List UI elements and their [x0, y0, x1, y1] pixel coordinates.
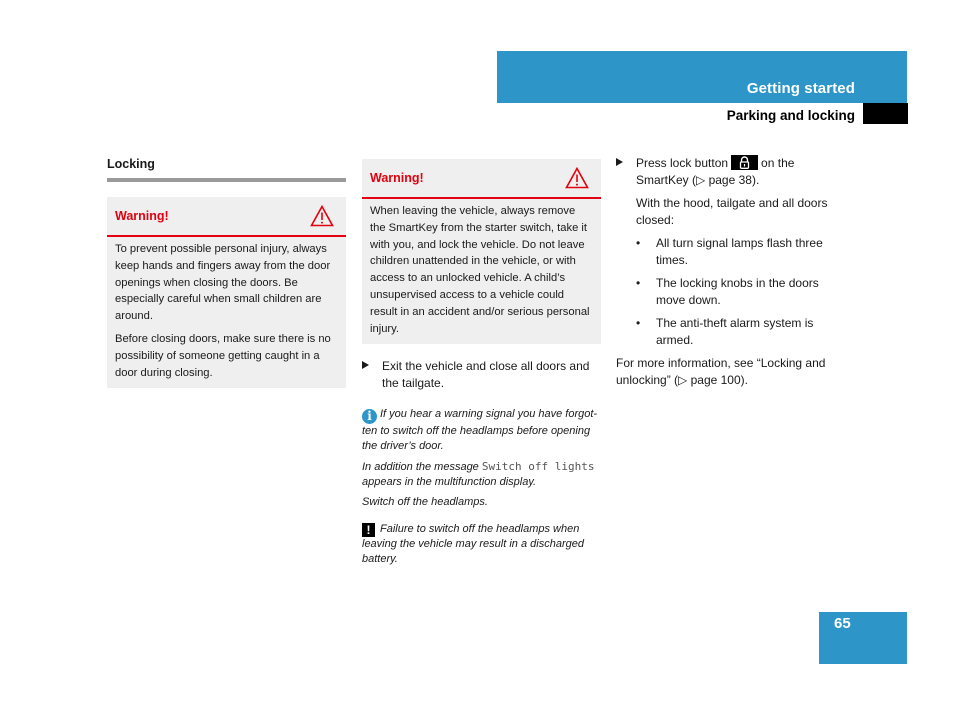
- warning-body: When leaving the vehicle, always remove …: [362, 199, 601, 344]
- bullet-dot-icon: •: [636, 276, 641, 290]
- info-note: i If you hear a warning signal you have f…: [362, 407, 601, 454]
- warning-paragraph: When leaving the vehicle, always remove …: [370, 205, 590, 335]
- warning-header: Warning!: [362, 159, 601, 199]
- result-bullet: • All turn signal lamps flash three time…: [616, 235, 848, 269]
- section-header-bar: Getting started: [497, 51, 907, 103]
- instruction-step: Press lock button on the SmartKey (▷ page…: [616, 155, 848, 189]
- page-number: 65: [834, 615, 851, 632]
- message-prefix: In addition the message: [362, 461, 482, 474]
- warning-paragraph: Before closing doors, make sure there is…: [115, 332, 331, 379]
- result-bullet: • The locking knobs in the doors move do…: [616, 275, 848, 309]
- section-tab-marker: [863, 103, 908, 124]
- bullet-dot-icon: •: [636, 316, 641, 330]
- bullet-text: The locking knobs in the doors move down…: [656, 276, 819, 307]
- section-rule: [107, 178, 346, 182]
- message-suffix: appears in the multifunction display.: [362, 476, 537, 489]
- condition-text: With the hood, tailgate and all doors cl…: [636, 196, 828, 227]
- result-bullet: • The anti-theft alarm system is armed.: [616, 315, 848, 349]
- warning-title: Warning!: [370, 171, 424, 185]
- step-text-prefix: Press lock button: [636, 156, 729, 170]
- page-number-box: 65: [819, 612, 907, 664]
- info-note-action: Switch off the headlamps.: [362, 496, 488, 509]
- warning-header: Warning!: [107, 197, 346, 237]
- column-1: Locking Warning! To prevent possible per…: [107, 150, 346, 389]
- section-heading: Locking: [107, 157, 155, 171]
- more-info-reference[interactable]: For more information, see “Locking and u…: [616, 355, 848, 389]
- info-note-message: In addition the message Switch off light…: [362, 459, 601, 490]
- bullet-text: All turn signal lamps flash three times.: [656, 236, 823, 267]
- info-icon: i: [362, 409, 377, 425]
- bullet-dot-icon: •: [636, 236, 641, 250]
- step-arrow-icon: [616, 158, 623, 166]
- column-3: Press lock button on the SmartKey (▷ page…: [616, 150, 848, 389]
- warning-box: Warning! To prevent possible personal in…: [107, 197, 346, 389]
- caution-note: ! Failure to switch off the headlamps whe…: [362, 522, 601, 567]
- warning-title: Warning!: [115, 209, 169, 223]
- column-2: Warning! When leaving the vehicle, alway…: [362, 150, 601, 567]
- step-text: Exit the vehicle and close all doors and…: [382, 359, 590, 391]
- instruction-step: Exit the vehicle and close all doors and…: [362, 358, 601, 392]
- warning-box: Warning! When leaving the vehicle, alway…: [362, 159, 601, 345]
- bullet-text: The anti-theft alarm system is armed.: [656, 316, 814, 347]
- warning-triangle-icon: [565, 167, 589, 189]
- exclamation-icon: !: [362, 523, 375, 538]
- lock-button-icon: [731, 155, 759, 170]
- display-message: Switch off lights: [481, 460, 595, 474]
- section-title: Getting started: [746, 80, 855, 97]
- warning-triangle-icon: [310, 205, 334, 227]
- subsection-title: Parking and locking: [726, 108, 855, 123]
- info-note-text: If you hear a warning signal you have fo…: [362, 408, 598, 453]
- warning-body: To prevent possible personal injury, alw…: [107, 237, 346, 388]
- step-arrow-icon: [362, 361, 369, 370]
- caution-note-text: Failure to switch off the headlamps when…: [362, 523, 584, 566]
- warning-paragraph: To prevent possible personal injury, alw…: [115, 243, 331, 323]
